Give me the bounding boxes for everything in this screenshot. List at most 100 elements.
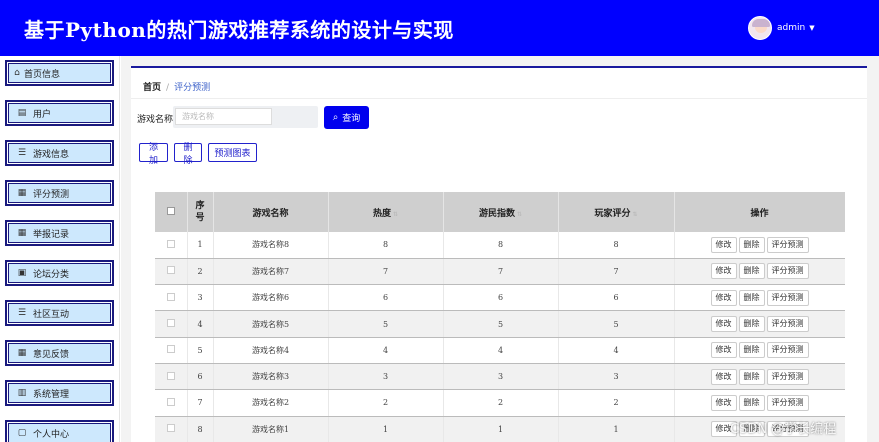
cell-ops: 修改 删除 评分预测 <box>674 284 845 312</box>
row-delete-button[interactable]: 删除 <box>738 316 765 333</box>
sidebar-item-7[interactable]: ☰ 社区互动 <box>5 300 114 326</box>
edit-button[interactable]: 修改 <box>710 263 737 280</box>
data-table: 序号 游戏名称 热度 ⇅ 游民指数 ⇅ 玩家评分 ⇅ 操作 1 游戏名称8 8 8 8 修改 删除… <box>155 192 845 442</box>
sidebar-item-label: 评分预测 <box>33 189 70 200</box>
select-all-cell[interactable] <box>155 192 188 232</box>
edit-button[interactable]: 修改 <box>710 394 737 411</box>
cell-heat: 8 <box>328 232 444 259</box>
cell-ops: 修改 删除 评分预测 <box>674 310 845 338</box>
cell-ops: 修改 删除 评分预测 <box>674 389 845 417</box>
cell-player-index: 1 <box>443 416 559 442</box>
cell-heat: 4 <box>328 337 444 364</box>
cell-heat: 1 <box>328 416 444 442</box>
column-rating-label: 玩家评分 <box>594 208 631 219</box>
prediction-chart-button[interactable]: 预测图表 <box>208 143 257 162</box>
row-checkbox[interactable] <box>166 292 175 301</box>
breadcrumb: 首页 / 评分预测 <box>143 80 210 93</box>
add-button[interactable]: 添加 <box>139 143 168 166</box>
rating-predict-button[interactable]: 评分预测 <box>766 394 809 411</box>
row-select-cell[interactable] <box>155 363 188 391</box>
edit-button[interactable]: 修改 <box>710 368 737 385</box>
sort-icon[interactable]: ⇅ <box>632 211 637 218</box>
user-icon: ▢ <box>17 428 27 438</box>
user-menu[interactable]: admin ▼ <box>748 16 815 40</box>
cell-rating: 5 <box>558 310 675 338</box>
cell-heat: 6 <box>328 284 444 312</box>
sidebar-item-2[interactable]: ▤ 用户 <box>5 100 114 126</box>
row-delete-button[interactable]: 删除 <box>738 394 765 411</box>
cell-player-index: 8 <box>443 232 559 259</box>
rating-predict-button[interactable]: 评分预测 <box>766 368 809 385</box>
row-checkbox[interactable] <box>166 397 175 406</box>
table-row: 3 游戏名称6 6 6 6 修改 删除 评分预测 <box>155 284 845 312</box>
row-select-cell[interactable] <box>155 258 188 286</box>
edit-button[interactable]: 修改 <box>710 289 737 306</box>
cell-name: 游戏名称5 <box>213 310 329 338</box>
row-select-cell[interactable] <box>155 310 188 338</box>
table-row: 2 游戏名称7 7 7 7 修改 删除 评分预测 <box>155 258 845 286</box>
row-checkbox[interactable] <box>166 371 175 380</box>
query-button[interactable]: ⌕ 查询 <box>324 106 369 129</box>
row-checkbox[interactable] <box>166 424 175 433</box>
sidebar-item-5[interactable]: ▦ 举报记录 <box>5 220 114 246</box>
sidebar-item-3[interactable]: ☰ 游戏信息 <box>5 140 114 166</box>
sidebar-item-8[interactable]: ▦ 意见反馈 <box>5 340 114 366</box>
rating-predict-button[interactable]: 评分预测 <box>766 316 809 333</box>
row-select-cell[interactable] <box>155 416 188 442</box>
sort-icon[interactable]: ⇅ <box>393 211 398 218</box>
sidebar-item-1[interactable]: ⌂ 首页信息 <box>5 60 114 86</box>
row-select-cell[interactable] <box>155 232 188 259</box>
row-checkbox[interactable] <box>166 239 175 248</box>
cell-ops: 修改 删除 评分预测 <box>674 232 845 259</box>
rating-predict-button[interactable]: 评分预测 <box>766 236 809 253</box>
row-delete-button[interactable]: 删除 <box>738 236 765 253</box>
cell-name: 游戏名称3 <box>213 363 329 391</box>
column-index: 序号 <box>187 192 214 232</box>
sidebar-item-label: 游戏信息 <box>33 149 70 160</box>
edit-button[interactable]: 修改 <box>710 316 737 333</box>
avatar[interactable] <box>748 16 772 40</box>
sidebar-item-9[interactable]: ▥ 系统管理 <box>5 380 114 406</box>
chevron-down-icon[interactable]: ▼ <box>809 24 814 32</box>
row-checkbox[interactable] <box>166 319 175 328</box>
rating-predict-button[interactable]: 评分预测 <box>766 342 809 359</box>
sidebar-item-label: 用户 <box>33 109 52 120</box>
row-delete-button[interactable]: 删除 <box>738 263 765 280</box>
row-select-cell[interactable] <box>155 337 188 364</box>
row-select-cell[interactable] <box>155 389 188 417</box>
row-delete-button[interactable]: 删除 <box>738 289 765 306</box>
row-checkbox[interactable] <box>166 266 175 275</box>
cell-name: 游戏名称1 <box>213 416 329 442</box>
sidebar-item-label: 举报记录 <box>33 229 70 240</box>
search-icon: ⌕ <box>332 112 339 123</box>
column-heat[interactable]: 热度 ⇅ <box>328 192 444 232</box>
edit-button[interactable]: 修改 <box>710 342 737 359</box>
column-rating[interactable]: 玩家评分 ⇅ <box>558 192 675 232</box>
sort-icon[interactable]: ⇅ <box>517 211 522 218</box>
sidebar-item-6[interactable]: ▣ 论坛分类 <box>5 260 114 286</box>
cell-index: 3 <box>187 284 214 312</box>
rating-predict-button[interactable]: 评分预测 <box>766 289 809 306</box>
row-delete-button[interactable]: 删除 <box>738 342 765 359</box>
content-panel: 首页 / 评分预测 游戏名称 ⌕ 查询 添加 删除 预测图表 序号 游戏名称 <box>131 66 867 442</box>
cell-rating: 2 <box>558 389 675 417</box>
cell-name: 游戏名称6 <box>213 284 329 312</box>
watermark: CSDN @学长编程 <box>730 422 837 437</box>
column-player-index[interactable]: 游民指数 ⇅ <box>443 192 559 232</box>
sidebar-item-4[interactable]: ▦ 评分预测 <box>5 180 114 206</box>
top-bar: 基于Python的热门游戏推荐系统的设计与实现 admin ▼ <box>0 0 879 56</box>
delete-button[interactable]: 删除 <box>174 143 202 166</box>
select-all-checkbox[interactable] <box>166 206 175 215</box>
grid-icon: ▦ <box>17 188 27 198</box>
sidebar-item-10[interactable]: ▢ 个人中心 <box>5 420 114 442</box>
search-input[interactable] <box>175 108 272 125</box>
sidebar-item-label: 系统管理 <box>33 389 70 400</box>
row-select-cell[interactable] <box>155 284 188 312</box>
row-delete-button[interactable]: 删除 <box>738 368 765 385</box>
cell-player-index: 2 <box>443 389 559 417</box>
row-checkbox[interactable] <box>166 345 175 354</box>
username[interactable]: admin <box>777 23 805 33</box>
breadcrumb-home[interactable]: 首页 <box>143 83 161 93</box>
rating-predict-button[interactable]: 评分预测 <box>766 263 809 280</box>
edit-button[interactable]: 修改 <box>710 236 737 253</box>
